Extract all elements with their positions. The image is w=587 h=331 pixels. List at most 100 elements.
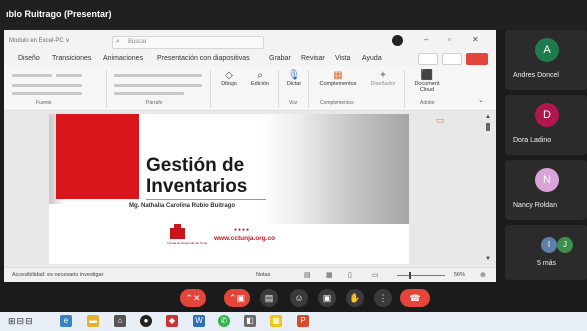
font-format-row[interactable] — [12, 84, 82, 87]
font-name-box[interactable] — [12, 74, 52, 77]
record-toggle[interactable] — [418, 53, 438, 65]
scroll-up-icon[interactable]: ▲ — [485, 114, 491, 120]
document-cloud-label: Document Cloud — [414, 81, 440, 93]
comments-toggle[interactable] — [442, 53, 462, 65]
participant-name: Nancy Roldan — [513, 202, 557, 209]
captions-icon: ▤ — [264, 293, 274, 303]
menu-revisar[interactable]: Revisar — [301, 55, 325, 62]
complementos-button[interactable]: ▦ Complementos — [313, 70, 363, 87]
font-color-row[interactable] — [12, 92, 82, 95]
slide-sorter-icon[interactable]: ▦ — [326, 271, 333, 279]
chamber-logo — [170, 228, 185, 239]
participant-name: Dora Ladino — [513, 137, 552, 144]
end-call-button[interactable]: ☎ — [400, 289, 430, 307]
avatar: I — [541, 237, 557, 253]
close-icon[interactable]: ✕ — [472, 35, 479, 44]
red-accent-block — [56, 114, 139, 199]
participant-name: Andres Doncel — [513, 72, 559, 79]
more-participants-tile[interactable]: I J 5 más — [505, 225, 587, 280]
app-icon[interactable]: ◧ — [244, 315, 256, 327]
slide-title-line2: Inventarios — [146, 176, 248, 197]
maximize-icon[interactable]: ▫ — [448, 35, 451, 44]
camera-off-button[interactable]: ⌃▣ — [224, 289, 250, 307]
microphone-icon: 🎙 — [287, 70, 301, 81]
designer-icon: ✦ — [378, 70, 388, 81]
ppt-titlebar: Modulo en Excel-PC ∨ ⌕ Buscar – ▫ ✕ — [4, 30, 496, 52]
dibujo-button[interactable]: ◇ Dibujo — [218, 70, 240, 87]
taskbar-widgets-icon[interactable]: ⊞⊟⊟ — [8, 316, 34, 327]
participant-tile[interactable]: D Dora Ladino — [505, 95, 587, 155]
slide-title-line1: Gestión de — [146, 155, 245, 176]
more-options-button[interactable]: ⋮ — [374, 289, 392, 307]
paragraph-align-row[interactable] — [114, 84, 202, 87]
collapse-ribbon-icon[interactable]: ⌄ — [478, 96, 484, 104]
ribbon: Fuente Párrafo ◇ Dibujo ⌕ Edición 🎙 Dict… — [4, 66, 496, 111]
zoom-slider-knob[interactable] — [409, 272, 411, 279]
file-title[interactable]: Modulo en Excel-PC ∨ — [9, 37, 70, 44]
menu-transiciones[interactable]: Transiciones — [52, 55, 91, 62]
powerpoint-icon[interactable]: P — [297, 315, 309, 327]
edge-icon[interactable]: e — [60, 315, 72, 327]
comment-icon[interactable]: ▭ — [436, 115, 445, 126]
slide[interactable]: Gestión de Inventarios Mg. Nathalia Caro… — [49, 114, 409, 264]
menu-vista[interactable]: Vista — [335, 55, 350, 62]
search-placeholder: Buscar — [128, 39, 147, 45]
zoom-value[interactable]: 56% — [454, 272, 465, 278]
ribbon-separator — [308, 70, 309, 108]
end-call-icon: ☎ — [409, 293, 421, 303]
mic-off-button[interactable]: ⌃✕ — [180, 289, 206, 307]
title-underline — [146, 199, 266, 200]
app-icon[interactable]: ◆ — [166, 315, 178, 327]
present-button[interactable] — [466, 53, 488, 65]
notes-button[interactable]: Notas — [256, 272, 270, 278]
emoji-button[interactable]: ☺ — [290, 289, 308, 307]
edicion-label: Edición — [250, 81, 270, 87]
normal-view-icon[interactable]: ▤ — [304, 271, 311, 279]
present-screen-button[interactable]: ▣ — [318, 289, 336, 307]
raise-hand-button[interactable]: ✋ — [346, 289, 364, 307]
dictar-button[interactable]: 🎙 Dictar — [283, 70, 305, 87]
group-voz: Voz — [289, 100, 298, 106]
menu-presentacion[interactable]: Presentación con diapositivas — [157, 55, 250, 62]
scrollbar-thumb[interactable] — [486, 123, 490, 131]
participant-tile[interactable]: A Andres Doncel — [505, 30, 587, 90]
zoom-slider[interactable] — [397, 275, 445, 276]
avatar: N — [535, 168, 559, 192]
complementos-label: Complementos — [319, 81, 357, 87]
disenador-button[interactable]: ✦ Diseñador — [366, 70, 400, 87]
ribbon-separator — [106, 70, 107, 108]
app-icon[interactable]: ⌂ — [114, 315, 126, 327]
reading-view-icon[interactable]: ▯ — [348, 271, 352, 279]
group-complementos: Complementos — [320, 100, 354, 106]
pdf-icon: ⬛ — [420, 70, 434, 81]
slide-area: Gestión de Inventarios Mg. Nathalia Caro… — [4, 111, 496, 267]
slideshow-view-icon[interactable]: ▭ — [372, 271, 379, 279]
word-icon[interactable]: W — [193, 315, 205, 327]
minimize-icon[interactable]: – — [424, 35, 428, 44]
edicion-button[interactable]: ⌕ Edición — [248, 70, 272, 87]
ribbon-separator — [210, 70, 211, 108]
app-icon[interactable]: ▦ — [270, 315, 282, 327]
group-fuente: Fuente — [36, 100, 52, 106]
ppt-search-box[interactable]: ⌕ Buscar — [112, 36, 264, 49]
captions-button[interactable]: ▤ — [260, 289, 278, 307]
fit-slide-icon[interactable]: ⊕ — [480, 271, 486, 279]
camera-off-icon: ⌃▣ — [228, 293, 246, 303]
participant-tile[interactable]: N Nancy Roldan — [505, 160, 587, 220]
app-icon[interactable]: ● — [140, 315, 152, 327]
presenter-title: ıblo Ruitrago (Presentar) — [6, 9, 112, 19]
menu-diseno[interactable]: Diseño — [18, 55, 40, 62]
paragraph-extra-row[interactable] — [114, 92, 184, 95]
font-size-box[interactable] — [56, 74, 82, 77]
paragraph-list-row[interactable] — [114, 74, 202, 77]
document-cloud-button[interactable]: ⬛ Document Cloud — [409, 70, 445, 93]
whatsapp-icon[interactable]: ✆ — [218, 315, 230, 327]
accessibility-status[interactable]: Accesibilidad: es necesario investigar — [12, 272, 103, 278]
file-explorer-icon[interactable]: ▬ — [87, 315, 99, 327]
menu-animaciones[interactable]: Animaciones — [103, 55, 143, 62]
logo-dots: ●●●● — [234, 227, 251, 233]
profile-icon[interactable] — [392, 35, 403, 46]
scroll-down-icon[interactable]: ▼ — [485, 256, 491, 262]
menu-ayuda[interactable]: Ayuda — [362, 55, 382, 62]
menu-grabar[interactable]: Grabar — [269, 55, 291, 62]
